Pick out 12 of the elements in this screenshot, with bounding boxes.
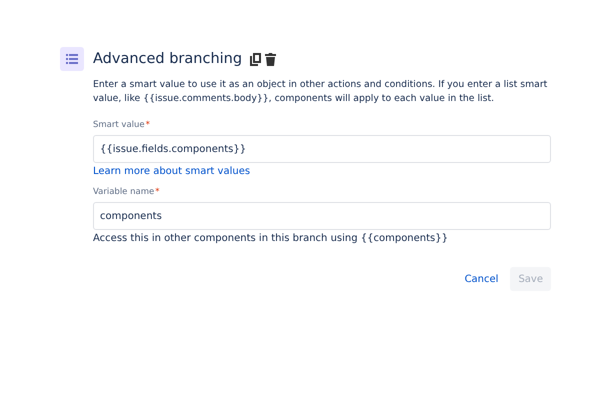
help-text: Access this in other components in this branch using {{components}} [93, 233, 449, 244]
trash-icon[interactable] [265, 52, 276, 66]
description-text: Enter a smart value to use it as an object in other actions and conditions. If you enter a list smart value, like {{issue.comments.body}}, components will apply to each value in the list. [93, 78, 548, 106]
text-field[interactable]: components [93, 202, 551, 230]
text-field[interactable]: {{issue.fields.components}} [93, 135, 551, 163]
list-icon [60, 47, 84, 71]
section-title: Advanced branching [93, 51, 242, 67]
cancel-button[interactable]: Cancel [456, 267, 506, 291]
copy-icon[interactable] [250, 52, 262, 66]
help-link[interactable]: Learn more about smart values [93, 166, 551, 177]
field-label: Variable name* [93, 187, 160, 199]
field-label: Smart value* [93, 120, 151, 132]
